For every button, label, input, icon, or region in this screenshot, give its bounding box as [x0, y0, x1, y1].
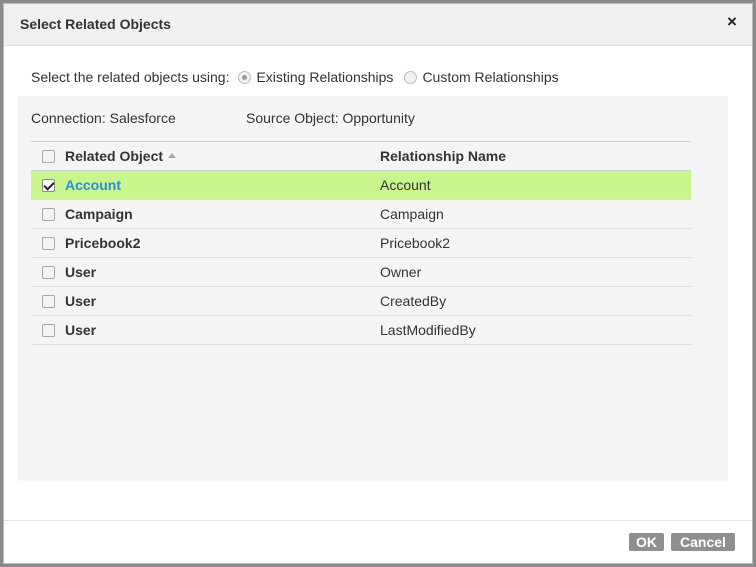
info-row: Connection: Salesforce Source Object: Op… — [31, 110, 415, 126]
row-checkbox[interactable] — [41, 294, 55, 308]
sort-ascending-icon — [168, 152, 177, 158]
dialog-titlebar: Select Related Objects × — [4, 4, 752, 46]
row-relationship-name: Pricebook2 — [380, 235, 451, 251]
custom-relationships-option[interactable]: Custom Relationships — [404, 69, 559, 85]
row-related-object: User — [65, 264, 97, 280]
row-checkbox[interactable] — [41, 207, 55, 221]
source-object-label: Source Object: Opportunity — [246, 110, 415, 126]
grid-header: Related Object Relationship Name — [31, 141, 691, 171]
select-related-objects-dialog: Select Related Objects × Select the rela… — [3, 3, 753, 564]
related-objects-grid: Related Object Relationship Name Account… — [31, 141, 691, 345]
row-related-object: User — [65, 293, 97, 309]
row-related-object[interactable]: Account — [65, 177, 380, 193]
mode-label: Select the related objects using: — [31, 69, 230, 85]
header-relationship-name[interactable]: Relationship Name — [380, 148, 506, 164]
table-row[interactable]: User CreatedBy — [31, 287, 691, 316]
custom-relationships-radio[interactable] — [404, 70, 418, 84]
row-checkbox[interactable] — [41, 323, 55, 337]
header-related-object-label: Related Object — [65, 148, 164, 164]
row-relationship-name: Owner — [380, 264, 422, 280]
row-relationship-name: CreatedBy — [380, 293, 447, 309]
row-check-cell — [31, 323, 65, 337]
row-check-cell — [31, 207, 65, 221]
custom-relationships-label: Custom Relationships — [422, 69, 559, 85]
row-check-cell — [31, 178, 65, 192]
dialog-title: Select Related Objects — [20, 16, 171, 32]
row-check-cell — [31, 236, 65, 250]
table-row[interactable]: Pricebook2 Pricebook2 — [31, 229, 691, 258]
cancel-button[interactable]: Cancel — [671, 533, 735, 551]
row-check-cell — [31, 265, 65, 279]
existing-relationships-option[interactable]: Existing Relationships — [238, 69, 393, 85]
existing-relationships-label: Existing Relationships — [256, 69, 394, 85]
select-all-checkbox[interactable] — [41, 149, 55, 163]
row-relationship-name: LastModifiedBy — [380, 322, 476, 338]
existing-relationships-radio[interactable] — [238, 70, 252, 84]
row-related-object: User — [65, 322, 97, 338]
row-checkbox[interactable] — [41, 178, 55, 192]
close-icon[interactable]: × — [724, 13, 740, 31]
table-row[interactable]: Account Account — [31, 171, 691, 200]
row-checkbox[interactable] — [41, 265, 55, 279]
row-related-object: Campaign — [65, 206, 133, 222]
relationship-mode-row: Select the related objects using: Existi… — [31, 67, 570, 87]
header-check-cell — [31, 149, 65, 163]
row-related-object: Pricebook2 — [65, 235, 141, 251]
objects-panel: Connection: Salesforce Source Object: Op… — [18, 96, 728, 481]
connection-label: Connection: Salesforce — [31, 110, 176, 126]
table-row[interactable]: Campaign Campaign — [31, 200, 691, 229]
row-relationship-name: Campaign — [380, 206, 444, 222]
dialog-footer: OK Cancel — [4, 520, 752, 564]
row-check-cell — [31, 294, 65, 308]
ok-button[interactable]: OK — [629, 533, 664, 551]
row-relationship-name: Account — [380, 177, 431, 193]
table-row[interactable]: User LastModifiedBy — [31, 316, 691, 345]
table-row[interactable]: User Owner — [31, 258, 691, 287]
row-checkbox[interactable] — [41, 236, 55, 250]
header-related-object[interactable]: Related Object — [65, 148, 380, 164]
